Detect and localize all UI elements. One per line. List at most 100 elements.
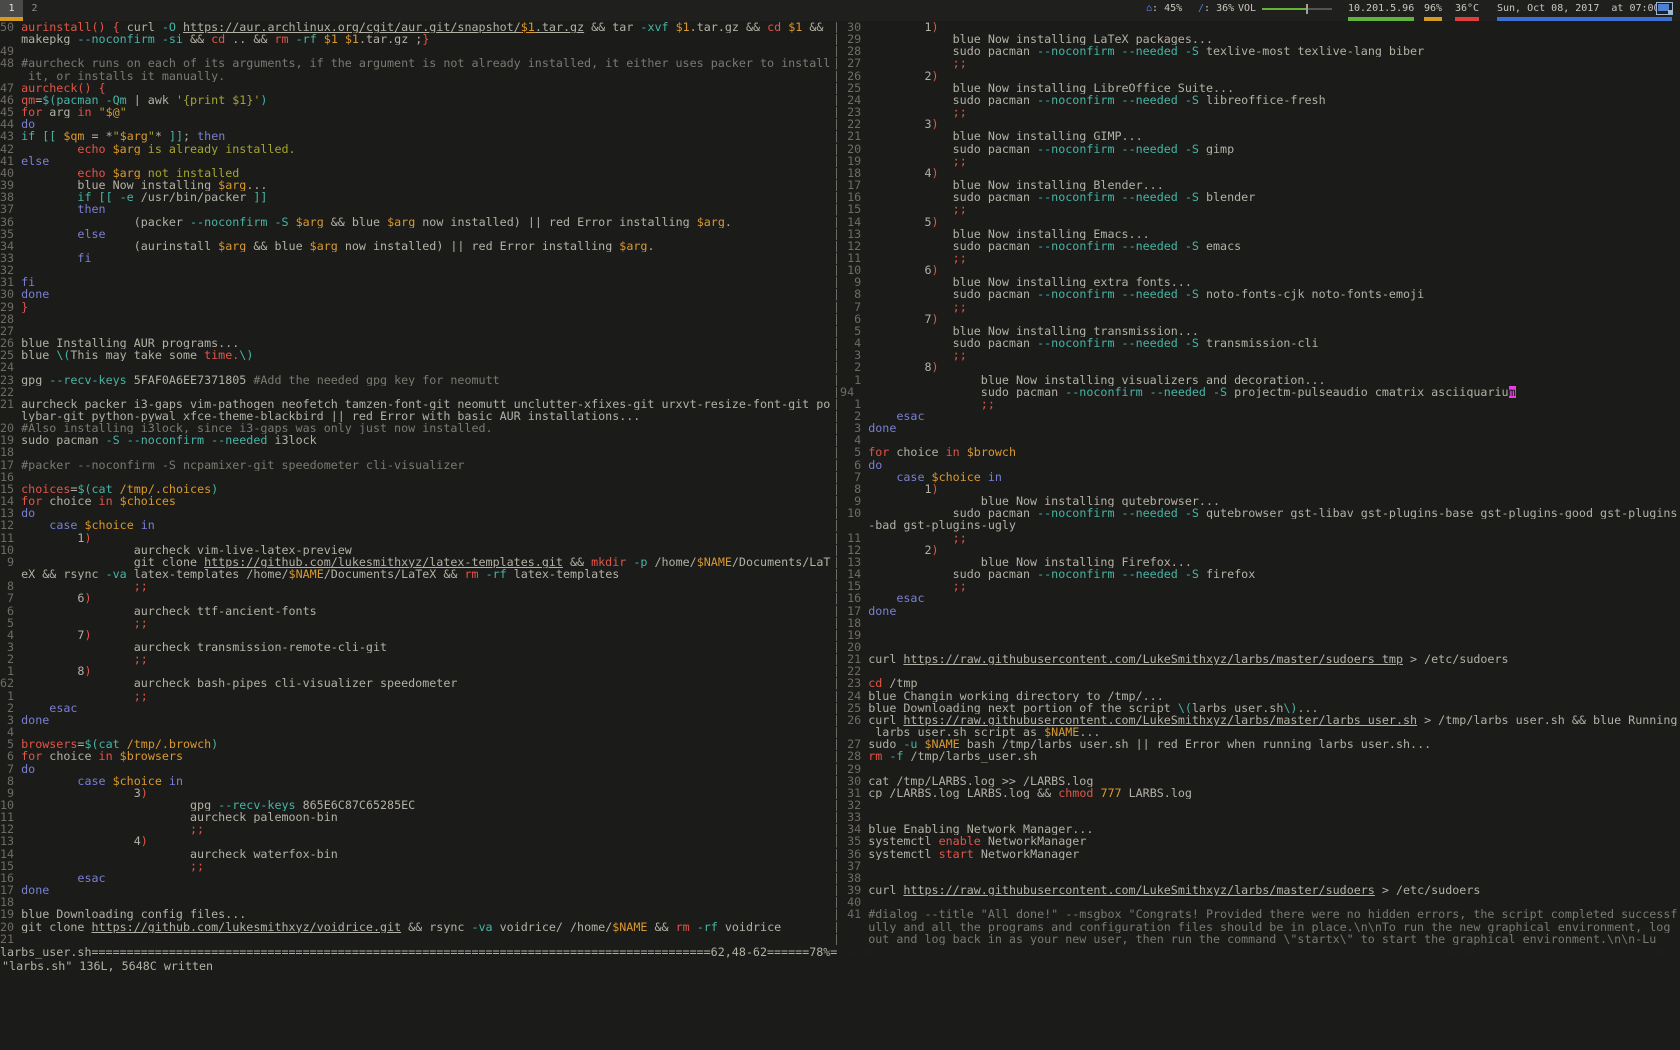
syntax-segment: ]] (169, 130, 183, 142)
syntax-segment (868, 155, 952, 167)
syntax-segment: $(pacman -Qm (42, 94, 133, 106)
window-separator: | (833, 70, 840, 82)
code-row: | 8 sudo pacman --noconfirm --needed -S … (833, 288, 1680, 300)
syntax-segment: aurcheck bash-pipes cli-visualizer speed… (21, 677, 457, 689)
syntax-segment: 6 (868, 264, 931, 276)
syntax-segment: -p (633, 556, 654, 568)
line-number: 1 (0, 665, 21, 677)
line-number: 23 (840, 106, 868, 118)
code-row: 19 blue Downloading config files... (0, 908, 833, 920)
code-row: 3 done (0, 714, 833, 726)
vim-window-left[interactable]: 50 aurinstall() { curl -O https://aur.ar… (0, 21, 833, 946)
code-row: | 37 (833, 860, 1680, 872)
vim-statusline: larbs_user.sh===========================… (0, 946, 1680, 959)
syntax-segment: do (868, 459, 882, 471)
status-temperature: 36°C (1455, 0, 1479, 17)
window-separator: | (833, 690, 840, 702)
line-number: 45 (0, 106, 21, 118)
line-number: 7 (0, 592, 21, 604)
line-number: 13 (840, 556, 868, 568)
window-separator: | (833, 410, 840, 422)
syntax-segment: ;; (953, 301, 967, 313)
syntax-segment: out and log back in as your new user, th… (868, 933, 1656, 945)
syntax-segment: ;; (134, 690, 148, 702)
syntax-segment (21, 653, 134, 665)
syntax-segment: ;; (953, 106, 967, 118)
window-separator: | (833, 216, 840, 228)
line-number: 9 (0, 787, 21, 799)
syntax-segment: not installed (141, 167, 240, 179)
workspace-tag-1[interactable]: 1 (0, 0, 23, 17)
syntax-segment: curl (868, 884, 903, 896)
code-row: 6 for choice in $browsers (0, 750, 833, 762)
syntax-segment: /tmp (889, 677, 917, 689)
code-row: 50 aurinstall() { curl -O https://aur.ar… (0, 21, 833, 33)
code-row: 25 blue \(This may take some time.\) (0, 349, 833, 361)
code-row: 2 ;; (0, 653, 833, 665)
line-number: 9 (840, 276, 868, 288)
window-separator: | (833, 605, 840, 617)
line-number: 47 (0, 82, 21, 94)
line-number: 17 (0, 459, 21, 471)
code-row: | 12 2) (833, 544, 1680, 556)
syntax-segment: for (21, 495, 49, 507)
code-row: | 33 (833, 811, 1680, 823)
window-separator: | (833, 434, 840, 446)
syntax-segment: done (21, 884, 49, 896)
line-number: 1 (0, 690, 21, 702)
code-row: 9 3) (0, 787, 833, 799)
line-number: 8 (0, 580, 21, 592)
code-row: 18 (0, 896, 833, 908)
code-row: 41 else (0, 155, 833, 167)
syntax-segment: #aurcheck runs on each of its arguments,… (21, 57, 830, 69)
code-row: 12 ;; (0, 823, 833, 835)
window-separator: | (833, 738, 840, 750)
line-number: 10 (0, 544, 21, 556)
syntax-segment: ) (932, 70, 939, 82)
code-row: | 4 (833, 434, 1680, 446)
code-row: | 22 3) (833, 118, 1680, 130)
syntax-segment: $NAME (1044, 726, 1079, 738)
line-number: 9 (0, 556, 21, 568)
syntax-segment: https://raw.githubusercontent.com/LukeSm… (903, 653, 1403, 665)
syntax-segment: blue (21, 349, 56, 361)
line-number: 42 (0, 143, 21, 155)
syntax-segment: https://raw.githubusercontent.com/LukeSm… (903, 714, 1417, 726)
syntax-segment: aurinstall() { (21, 21, 127, 33)
syntax-segment: $browsers (120, 750, 183, 762)
syntax-segment: --recv-keys (49, 374, 133, 386)
syntax-segment: ;; (953, 349, 967, 361)
syntax-segment: " (120, 106, 127, 118)
slider-knob[interactable] (1306, 4, 1308, 14)
line-number: 27 (840, 738, 868, 750)
volume-slider[interactable] (1262, 0, 1332, 17)
code-row: eX && rsync -va latex-templates /home/$N… (0, 568, 833, 580)
line-number: 35 (0, 228, 21, 240)
window-separator: | (833, 21, 840, 33)
syntax-segment: choice (49, 495, 98, 507)
line-number: 94 (840, 386, 868, 398)
syntax-segment: 5 (868, 216, 931, 228)
line-number: 13 (840, 228, 868, 240)
syntax-segment: emacs (1206, 240, 1241, 252)
code-row: | 21 blue Now installing GIMP... (833, 130, 1680, 142)
window-separator: | (833, 726, 840, 738)
window-separator: | (833, 787, 840, 799)
window-separator: | (833, 301, 840, 313)
vim-editor[interactable]: 50 aurinstall() { curl -O https://aur.ar… (0, 21, 1680, 946)
vim-window-right[interactable]: | 30 1)| 29 blue Now installing LaTeX pa… (833, 21, 1680, 946)
window-separator: | (833, 763, 840, 775)
line-number: 7 (0, 763, 21, 775)
window-separator: | (833, 179, 840, 191)
syntax-segment: echo (77, 143, 112, 155)
window-separator: | (833, 556, 840, 568)
syntax-segment (21, 690, 134, 702)
line-number: 12 (840, 544, 868, 556)
syntax-segment: ) (932, 216, 939, 228)
cursor-block: m (1509, 386, 1516, 398)
workspace-tag-2[interactable]: 2 (23, 0, 46, 17)
code-row: | 21 curl https://raw.githubusercontent.… (833, 653, 1680, 665)
code-row: | 27 sudo -u $NAME bash /tmp/larbs_user.… (833, 738, 1680, 750)
syntax-segment (21, 617, 134, 629)
syntax-segment: $NAME (612, 921, 647, 933)
